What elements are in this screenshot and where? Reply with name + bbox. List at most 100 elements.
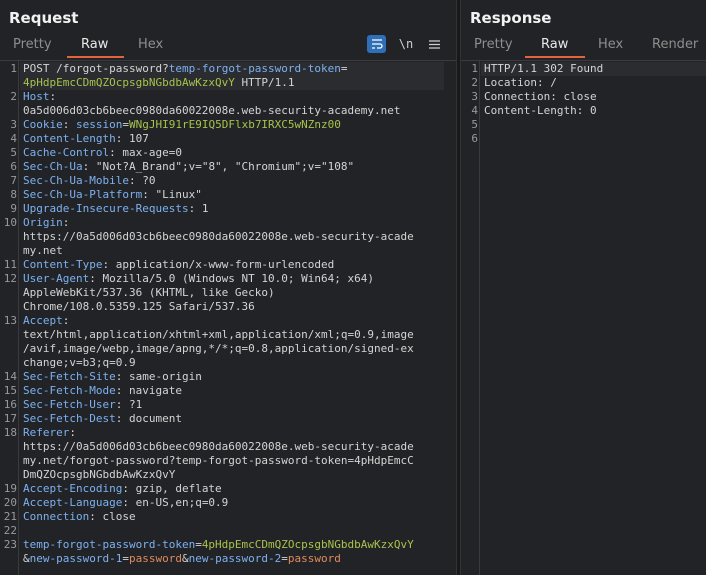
header-name: Cookie	[23, 118, 63, 131]
newline-toggle-button[interactable]: \n	[397, 35, 415, 53]
header-name: Accept-Encoding	[23, 482, 123, 495]
line-number: 4	[471, 104, 478, 117]
code-line: 4pHdpEmcCDmQZOcpsgbNGbdbAwKzxQvY HTTP/1.…	[23, 76, 295, 90]
header-name: Content-Type	[23, 258, 103, 271]
header-name: Content-Length	[23, 132, 116, 145]
word-wrap-icon[interactable]	[367, 35, 386, 53]
header-name: Sec-Fetch-Site	[23, 370, 116, 383]
code-line: Chrome/108.0.5359.125 Safari/537.36	[23, 300, 255, 314]
token: /forgot-password?	[56, 62, 169, 75]
header-name: Sec-Ch-Ua	[23, 160, 83, 173]
token: =	[340, 62, 348, 75]
token: AppleWebKit/537.36 (KHTML, like Gecko)	[23, 286, 275, 299]
code-line: 0a5d006d03cb6beec0980da60022008e.web-sec…	[23, 104, 401, 118]
line-number: 17	[3, 412, 17, 425]
header-name: Sec-Ch-Ua-Platform	[23, 188, 143, 201]
line-number: 5	[10, 146, 17, 159]
code-line: Sec-Fetch-User: ?1	[23, 398, 142, 412]
code-line: DmQZOcpsgbNGbdbAwKzxQvY	[23, 468, 175, 482]
code-line: https://0a5d006d03cb6beec0980da60022008e…	[23, 230, 414, 244]
token: :	[69, 426, 76, 439]
line-number: 23	[3, 538, 17, 551]
code-line: Content-Length: 107	[23, 132, 149, 146]
code-line: Content-Type: application/x-www-form-url…	[23, 258, 334, 272]
tab-pretty[interactable]: Pretty	[474, 37, 513, 52]
code-line: Accept-Language: en-US,en;q=0.9	[23, 496, 228, 510]
line-number: 12	[3, 272, 17, 285]
header-name: session	[76, 118, 123, 131]
token: : max-age=0	[109, 146, 182, 159]
header-name: Connection	[23, 510, 90, 523]
header-name: new-password-2	[188, 552, 282, 565]
token: /avif,image/webp,image/apng,*/*;q=0.8,ap…	[23, 342, 414, 355]
token: Content-Length: 0	[484, 104, 597, 117]
tab-render[interactable]: Render	[652, 37, 698, 52]
token: https://0a5d006d03cb6beec0980da60022008e…	[23, 230, 414, 243]
response-title: Response	[470, 9, 552, 27]
code-line: Sec-Ch-Ua-Mobile: ?0	[23, 174, 155, 188]
header-name: Sec-Ch-Ua-Mobile	[23, 174, 129, 187]
token: =	[195, 538, 202, 551]
response-editor[interactable]: 1 HTTP/1.1 302 Found 2 Location: / 3 Connecti…	[461, 60, 706, 575]
code-line: my.net	[23, 244, 63, 258]
header-name: Sec-Fetch-Mode	[23, 384, 116, 397]
code-line: Sec-Fetch-Dest: document	[23, 412, 182, 426]
code-line: Connection: close	[484, 90, 597, 104]
token: 4pHdpEmcCDmQZOcpsgbNGbdbAwKzxQvY	[23, 76, 235, 89]
code-line: Location: /	[484, 76, 557, 90]
code-line: Sec-Ch-Ua: "Not?A_Brand";v="8", "Chromiu…	[23, 160, 354, 174]
token: POST	[23, 62, 57, 75]
line-number: 18	[3, 426, 17, 439]
code-line: Sec-Fetch-Mode: navigate	[23, 384, 182, 398]
code-line: Sec-Ch-Ua-Platform: "Linux"	[23, 188, 202, 202]
tab-raw[interactable]: Raw	[81, 37, 108, 52]
token: password	[287, 552, 341, 565]
token: : application/x-www-form-urlencoded	[102, 258, 335, 271]
header-name: temp-forgot-password-token	[168, 62, 341, 75]
tab-pretty[interactable]: Pretty	[13, 37, 52, 52]
token: =	[122, 552, 129, 565]
token: : ?1	[115, 398, 143, 411]
token: &	[181, 552, 189, 565]
tab-hex[interactable]: Hex	[138, 37, 163, 52]
token: &	[23, 552, 30, 565]
header-name: Sec-Fetch-Dest	[23, 412, 116, 425]
code-line: Referer:	[23, 426, 76, 440]
code-line: Accept-Encoding: gzip, deflate	[23, 482, 222, 496]
header-name: Origin	[23, 216, 63, 229]
code-line: /avif,image/webp,image/apng,*/*;q=0.8,ap…	[23, 342, 414, 356]
header-name: Referer	[23, 426, 70, 439]
token: : ?0	[128, 174, 156, 187]
header-name: Accept-Language	[23, 496, 123, 509]
code-line: Origin:	[23, 216, 69, 230]
line-number: 3	[471, 90, 478, 103]
token: : 107	[115, 132, 149, 145]
code-line: my.net/forgot-password?temp-forgot-passw…	[23, 454, 414, 468]
code-line: Sec-Fetch-Site: same-origin	[23, 370, 202, 384]
line-number: 1	[10, 62, 17, 75]
token: : gzip, deflate	[122, 482, 222, 495]
token: HTTP/1.1 302 Found	[484, 62, 604, 75]
tab-hex[interactable]: Hex	[598, 37, 623, 52]
token: : document	[115, 412, 182, 425]
code-line: Accept:	[23, 314, 69, 328]
header-name: Upgrade-Insecure-Requests	[23, 202, 189, 215]
token: Connection: close	[484, 90, 597, 103]
line-number: 6	[10, 160, 17, 173]
code-line: text/html,application/xhtml+xml,applicat…	[23, 328, 414, 342]
line-number: 2	[10, 90, 17, 103]
header-name: temp-forgot-password-token	[23, 538, 196, 551]
active-tab-indicator	[67, 56, 124, 58]
header-name: User-Agent	[23, 272, 90, 285]
token: Location: /	[484, 76, 557, 89]
tab-raw[interactable]: Raw	[541, 37, 568, 52]
request-editor[interactable]: 1 POST /forgot-password?temp-forgot-passw…	[0, 60, 456, 575]
header-name: Cache-Control	[23, 146, 110, 159]
token: : "Not?A_Brand";v="8", "Chromium";v="108…	[82, 160, 355, 173]
line-number: 6	[471, 132, 478, 145]
line-number: 3	[10, 118, 17, 131]
line-number: 1	[471, 62, 478, 75]
active-tab-indicator	[525, 56, 585, 58]
line-number: 14	[3, 370, 17, 383]
hamburger-menu-icon[interactable]	[426, 35, 442, 53]
